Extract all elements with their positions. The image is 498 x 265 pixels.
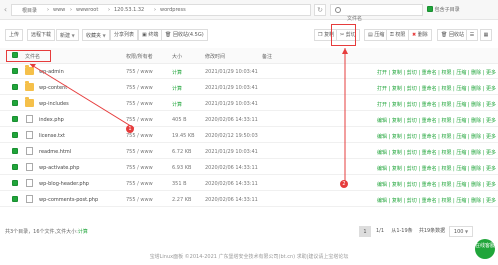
calc-link[interactable]: 计算 xyxy=(78,229,88,235)
arrowhead-2-icon xyxy=(342,48,348,54)
arrow-line-1 xyxy=(29,63,135,129)
online-service-button[interactable]: 在线客服 xyxy=(475,239,495,259)
copyright: 宝塔Linux面板 ©2014-2021 广东堡塔安全技术有限公司(bt.cn)… xyxy=(149,254,349,260)
summary-text: 共3个目录，16个文件,文件大小:计算 xyxy=(5,229,88,235)
page-range: 从1-19条 xyxy=(389,226,415,237)
per-page-select[interactable]: 100 ▼ xyxy=(449,226,473,237)
page-current[interactable]: 1 xyxy=(359,226,371,237)
annotation-marker-2: 2 xyxy=(340,180,348,188)
page-info: 1/1 xyxy=(373,226,387,237)
table-footer: 共3个目录，16个文件,文件大小:计算 1 1/1 从1-19条 共19条数据 … xyxy=(0,225,498,239)
annotation-marker-1: 1 xyxy=(126,125,134,133)
page-total: 共19条数据 xyxy=(417,226,447,237)
